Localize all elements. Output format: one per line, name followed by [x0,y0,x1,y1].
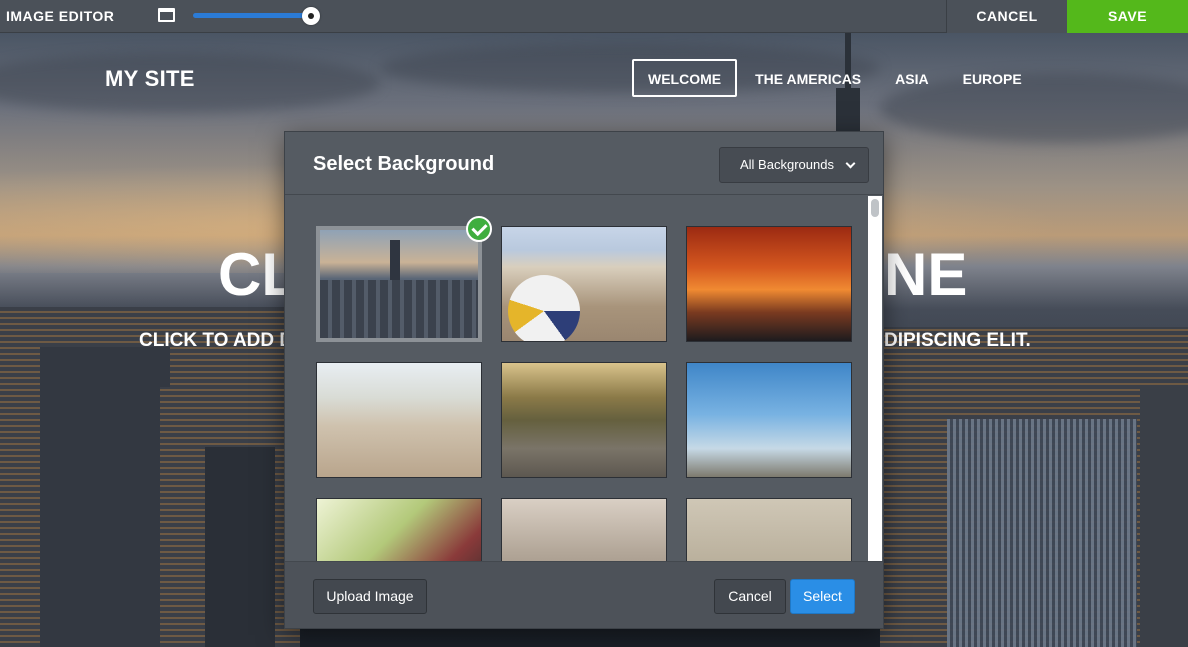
city-buildings [205,447,275,647]
thumb-mountain-biker[interactable] [501,498,667,561]
editor-toolbar: IMAGE EDITOR CANCEL SAVE [0,0,1188,33]
zoom-slider[interactable] [193,7,323,25]
cyclist-sky-image [687,363,851,477]
fishing-rod-image [687,499,851,561]
mountain-biker-image [502,499,666,561]
subline-right: DIPISCING ELIT. [884,330,1031,351]
thumb-city-skyline[interactable] [316,226,482,342]
background-filter-dropdown[interactable]: All Backgrounds [719,147,869,183]
city-buildings [1140,387,1188,647]
toolbar-cancel-button[interactable]: CANCEL [946,0,1067,33]
thumb-volleyball-beach[interactable] [501,226,667,342]
thumb-road-cyclist[interactable] [501,362,667,478]
site-nav: WELCOME THE AMERICAS ASIA EUROPE [632,59,1040,97]
thumb-cyclist-sky[interactable] [686,362,852,478]
city-buildings [947,419,1137,647]
modal-footer: Upload Image Cancel Select [285,561,883,628]
thumb-spin-class[interactable] [316,498,482,561]
spin-class-image [317,499,481,561]
select-background-modal: Select Background All Backgrounds Upload… [284,131,884,629]
thumbnail-scrollbar[interactable] [868,196,882,561]
subline-left: CLICK TO ADD DE [139,330,306,351]
nav-item-europe[interactable]: EUROPE [947,59,1038,97]
thumbnail-grid [285,196,883,561]
city-buildings [40,347,170,647]
beach-swing-image [317,363,481,477]
road-cyclist-image [502,363,666,477]
filter-label: All Backgrounds [740,157,834,172]
upload-image-button[interactable]: Upload Image [313,579,427,614]
volleyball [508,275,580,341]
headline-right: NE [884,241,968,308]
selected-check-icon [466,216,492,242]
zoom-slider-track[interactable] [193,13,308,18]
select-button[interactable]: Select [790,579,855,614]
scrollbar-thumb[interactable] [871,199,879,217]
thumb-fishing-rod[interactable] [686,498,852,561]
toolbar-save-button[interactable]: SAVE [1067,0,1188,33]
thumb-beach-swing[interactable] [316,362,482,478]
modal-title: Select Background [313,153,495,175]
chevron-down-icon [845,158,856,169]
sunset-cyclists-image [687,227,851,341]
editor-title: IMAGE EDITOR [6,8,115,24]
nav-item-welcome[interactable]: WELCOME [632,59,738,97]
nav-item-the-americas[interactable]: THE AMERICAS [739,59,877,97]
modal-header: Select Background All Backgrounds [285,132,883,195]
nav-item-asia[interactable]: ASIA [879,59,944,97]
window-icon[interactable] [158,8,175,22]
building [320,280,478,338]
site-logo[interactable]: MY SITE [105,66,195,92]
thumb-sunset-cyclists[interactable] [686,226,852,342]
zoom-slider-handle[interactable] [302,7,320,25]
modal-cancel-button[interactable]: Cancel [714,579,786,614]
